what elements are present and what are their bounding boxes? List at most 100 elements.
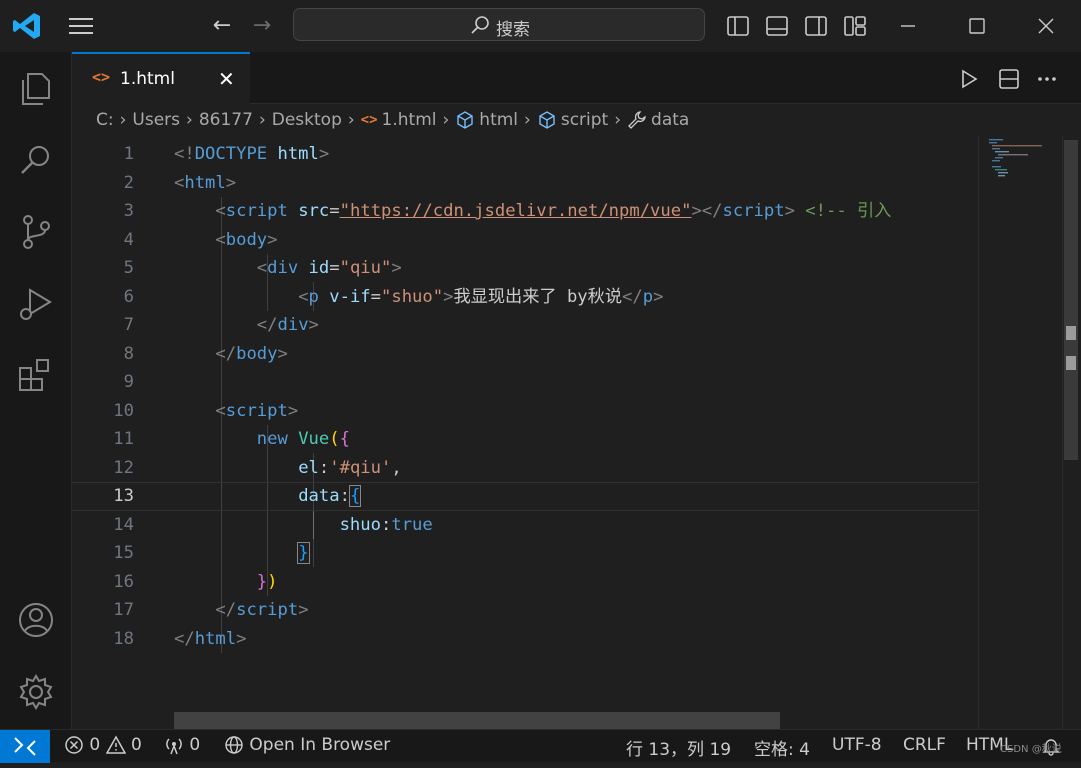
- tab-label: 1.html: [120, 69, 175, 89]
- activity-bar: [0, 52, 72, 729]
- customize-layout-icon[interactable]: [843, 14, 867, 38]
- search-icon: [471, 16, 489, 34]
- code-line: 7 </div>: [72, 311, 978, 340]
- cursor-position[interactable]: 行 13，列 19: [626, 735, 731, 760]
- token: body: [236, 343, 278, 364]
- line-ending-setting[interactable]: CRLF: [903, 735, 946, 755]
- vertical-scrollbar-thumb[interactable]: [1064, 140, 1078, 460]
- breadcrumb-item-data[interactable]: data: [651, 110, 689, 130]
- accounts-icon[interactable]: [14, 598, 58, 642]
- status-bar: 0 0 0 Open In Browser 行 13，列 19 空格: 4 UT…: [0, 729, 1081, 763]
- token: p: [308, 286, 319, 307]
- token: >: [298, 600, 309, 620]
- extensions-icon[interactable]: [14, 354, 58, 398]
- url-link[interactable]: "https://cdn.jsdelivr.net/npm/vue": [340, 201, 692, 221]
- toggle-panel-icon[interactable]: [765, 14, 789, 38]
- token: data: [298, 486, 340, 506]
- code-line: 17 </script>: [72, 596, 978, 625]
- token: :: [318, 457, 330, 478]
- token: src: [287, 201, 330, 221]
- source-control-icon[interactable]: [14, 210, 58, 254]
- menu-icon[interactable]: [66, 14, 96, 38]
- settings-gear-icon[interactable]: [14, 670, 58, 714]
- command-center-search[interactable]: 搜索: [293, 8, 705, 41]
- broadcast-icon: [166, 738, 182, 755]
- token: DOCTYPE: [194, 144, 268, 164]
- error-icon: [65, 736, 83, 754]
- token: <!: [174, 144, 195, 164]
- open-in-browser-button[interactable]: Open In Browser: [224, 735, 390, 755]
- code-line: 2 <html>: [72, 169, 978, 198]
- token-text: 我显现出来了 by秋说: [453, 286, 623, 307]
- search-sidebar-icon[interactable]: [14, 138, 58, 182]
- breadcrumb-item-desktop[interactable]: Desktop: [272, 110, 342, 130]
- indentation-setting[interactable]: 空格: 4: [754, 735, 810, 760]
- encoding-setting[interactable]: UTF-8: [832, 735, 882, 755]
- vscode-logo-icon: [13, 13, 40, 39]
- warning-icon: [105, 735, 126, 754]
- code-line: 8 </body>: [72, 340, 978, 369]
- line-number: 18: [113, 628, 134, 649]
- horizontal-scrollbar-thumb[interactable]: [174, 712, 780, 729]
- token: id: [298, 258, 330, 278]
- run-file-icon[interactable]: [956, 66, 982, 92]
- token: >: [277, 343, 288, 364]
- line-number: 10: [113, 400, 134, 421]
- close-tab-icon[interactable]: ✕: [218, 67, 235, 91]
- code-line: 4 <body>: [72, 226, 978, 255]
- watermark: CSDN @秋说: [1000, 744, 1062, 755]
- token: p: [642, 286, 654, 307]
- remote-icon: [14, 737, 36, 756]
- token: </: [174, 628, 195, 649]
- token: html: [267, 144, 319, 164]
- breadcrumb-item-script[interactable]: script: [561, 110, 608, 130]
- code-editor[interactable]: 1 <!DOCTYPE html> 2 <html> 3 <script src="…: [72, 140, 978, 712]
- tab-1-html[interactable]: <> 1.html ✕: [72, 52, 250, 104]
- toggle-primary-sidebar-icon[interactable]: [726, 14, 750, 38]
- token: :: [339, 486, 350, 506]
- search-label: 搜索: [496, 20, 530, 40]
- matched-bracket: }: [297, 542, 310, 564]
- line-number: 14: [113, 514, 134, 535]
- split-editor-icon[interactable]: [996, 66, 1022, 92]
- breadcrumb-item-user[interactable]: 86177: [199, 110, 253, 130]
- problems-indicator[interactable]: 0 0: [64, 735, 142, 755]
- close-window-icon[interactable]: [1030, 12, 1062, 40]
- token: :: [380, 514, 392, 535]
- line-number: 7: [123, 315, 134, 335]
- breadcrumb-item-users[interactable]: Users: [132, 110, 180, 130]
- breadcrumb-item-drive[interactable]: C:: [96, 110, 114, 130]
- breadcrumb-chevron-icon: ›: [442, 110, 450, 130]
- token: <: [215, 229, 226, 250]
- token: >: [784, 201, 795, 221]
- token: new: [256, 429, 288, 449]
- explorer-files-icon[interactable]: [14, 66, 58, 110]
- token: <: [215, 400, 226, 421]
- minimize-icon[interactable]: [892, 12, 924, 40]
- token: >: [443, 286, 454, 307]
- ports-indicator[interactable]: 0: [164, 735, 200, 755]
- token: div: [267, 258, 299, 278]
- maximize-icon[interactable]: [961, 12, 993, 40]
- toggle-secondary-sidebar-icon[interactable]: [804, 14, 828, 38]
- token: =: [329, 258, 340, 278]
- token: >: [267, 229, 278, 250]
- scrollbar-cursor-marker: [1066, 356, 1076, 370]
- breadcrumb-item-file[interactable]: 1.html: [382, 110, 437, 130]
- title-bar: ← → 搜索: [0, 0, 1081, 52]
- minimap[interactable]: [978, 136, 1061, 729]
- scrollbar-selection-marker: [1066, 326, 1076, 340]
- more-actions-icon[interactable]: [1034, 66, 1060, 92]
- breadcrumb-item-html[interactable]: html: [479, 110, 518, 130]
- remote-indicator[interactable]: [0, 730, 50, 763]
- line-number: 12: [113, 457, 134, 478]
- code-line: 15 }: [72, 539, 978, 568]
- breadcrumb: C: › Users › 86177 › Desktop › <> 1.html › html › scr…: [96, 110, 689, 136]
- token: el: [298, 457, 319, 478]
- back-arrow-icon[interactable]: ←: [206, 12, 238, 40]
- run-and-debug-icon[interactable]: [14, 282, 58, 326]
- forward-arrow-icon[interactable]: →: [246, 12, 278, 40]
- line-number: 16: [113, 571, 134, 592]
- line-number: 6: [123, 286, 134, 307]
- token: </: [256, 315, 278, 335]
